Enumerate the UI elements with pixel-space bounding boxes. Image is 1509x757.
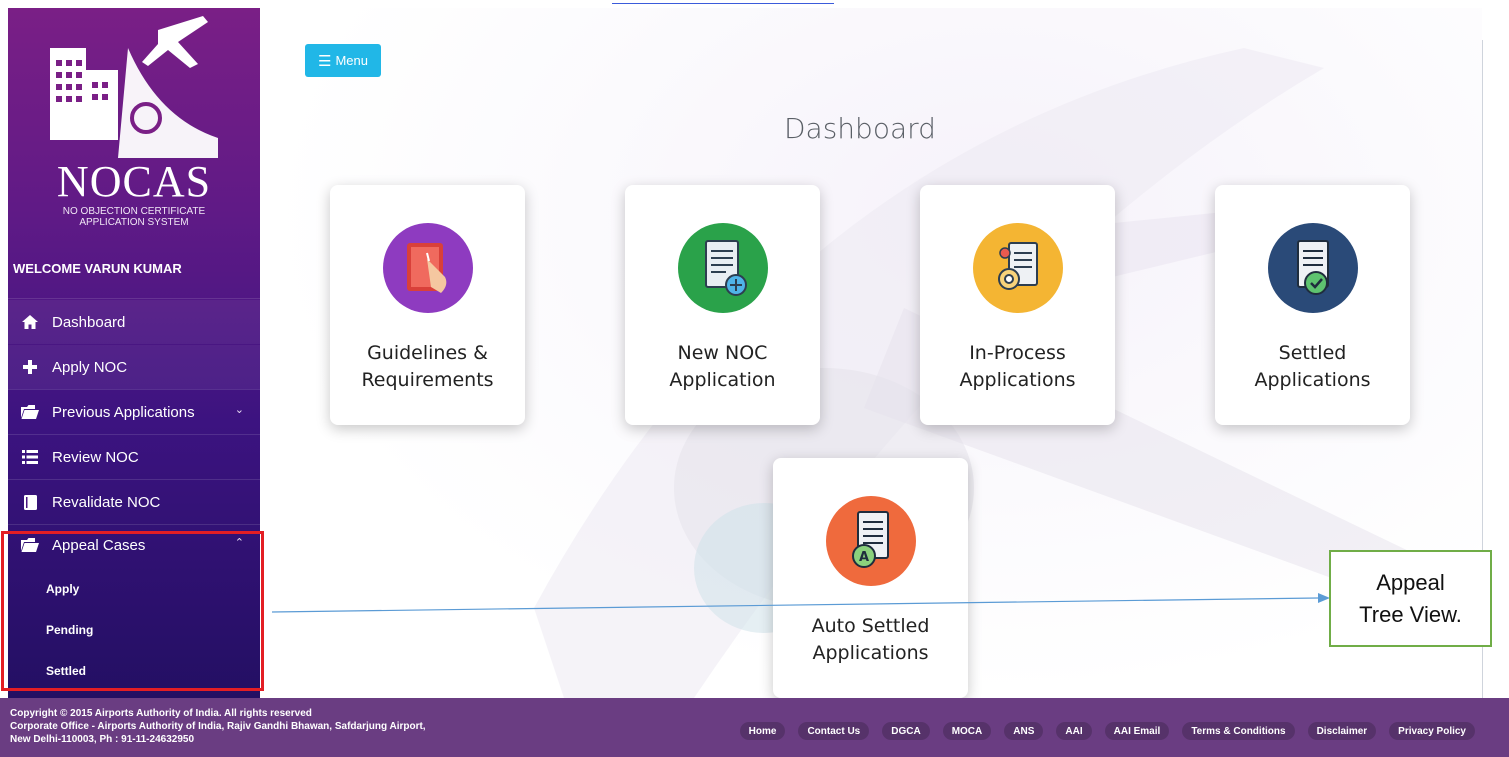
footer-copyright: Copyright © 2015 Airports Authority of I…: [10, 707, 426, 746]
nav-divider: [8, 298, 260, 299]
footer-link-privacy[interactable]: Privacy Policy: [1389, 722, 1475, 740]
hand-book-icon: [383, 223, 473, 313]
main-content: ☰ Menu Dashboard Guidelines & Requiremen…: [264, 8, 1482, 698]
sidebar-item-label: Revalidate NOC: [52, 493, 161, 511]
svg-text:A: A: [859, 550, 869, 565]
sidebar-item-dashboard[interactable]: Dashboard: [8, 300, 260, 344]
card-label-line2: Requirements: [361, 369, 494, 391]
card-label-line2: Applications: [1254, 369, 1371, 391]
card-auto-settled[interactable]: A Auto Settled Applications: [773, 458, 968, 698]
chevron-down-icon[interactable]: ⌄: [235, 403, 244, 416]
hamburger-icon: ☰: [318, 52, 332, 70]
card-guidelines[interactable]: Guidelines & Requirements: [330, 185, 525, 425]
book-icon: [20, 494, 40, 510]
document-check-icon: [1268, 223, 1358, 313]
footer: Copyright © 2015 Airports Authority of I…: [0, 698, 1509, 757]
callout-line1: Appeal: [1376, 569, 1445, 595]
folder-open-icon: [20, 404, 40, 420]
footer-link-terms[interactable]: Terms & Conditions: [1182, 722, 1295, 740]
card-label: Settled Applications: [1215, 340, 1410, 394]
footer-link-contact-us[interactable]: Contact Us: [798, 722, 870, 740]
footer-line1: Copyright © 2015 Airports Authority of I…: [10, 708, 312, 719]
footer-link-home[interactable]: Home: [739, 722, 786, 740]
sidebar-item-review-noc[interactable]: Review NOC: [8, 435, 260, 479]
card-label-line1: In-Process: [969, 342, 1066, 364]
logo-subtitle-line2: APPLICATION SYSTEM: [79, 217, 189, 228]
page-title: Dashboard: [784, 112, 936, 145]
document-add-icon: [678, 223, 768, 313]
card-label-line1: Guidelines &: [367, 342, 488, 364]
card-label-line2: Applications: [959, 369, 1076, 391]
home-icon: [20, 314, 40, 330]
footer-links: Home Contact Us DGCA MOCA ANS AAI AAI Em…: [727, 722, 1475, 740]
document-a-icon: A: [826, 496, 916, 586]
card-settled[interactable]: Settled Applications: [1215, 185, 1410, 425]
callout-line2: Tree View.: [1359, 601, 1462, 627]
card-label-line1: Settled: [1278, 342, 1347, 364]
footer-line2: Corporate Office - Airports Authority of…: [10, 721, 426, 732]
footer-link-aai-email[interactable]: AAI Email: [1104, 722, 1170, 740]
menu-button[interactable]: ☰ Menu: [305, 44, 381, 77]
card-label-line2: Applications: [812, 642, 929, 664]
footer-link-moca[interactable]: MOCA: [942, 722, 992, 740]
sidebar-item-revalidate-noc[interactable]: Revalidate NOC: [8, 480, 260, 524]
sidebar-item-label: Review NOC: [52, 448, 139, 466]
logo-subtitle: NO OBJECTION CERTIFICATE APPLICATION SYS…: [8, 206, 260, 228]
footer-link-dgca[interactable]: DGCA: [882, 722, 930, 740]
footer-link-aai[interactable]: AAI: [1056, 722, 1092, 740]
sidebar-item-previous-applications[interactable]: Previous Applications ⌄: [8, 390, 260, 434]
sidebar-item-apply-noc[interactable]: Apply NOC: [8, 345, 260, 389]
page: NOCAS NO OBJECTION CERTIFICATE APPLICATI…: [0, 0, 1509, 757]
logo-subtitle-line1: NO OBJECTION CERTIFICATE: [62, 206, 206, 217]
logo: NOCAS NO OBJECTION CERTIFICATE APPLICATI…: [8, 8, 260, 248]
card-label: Auto Settled Applications: [773, 613, 968, 667]
top-link-fragment: [612, 0, 834, 4]
card-label: In-Process Applications: [920, 340, 1115, 394]
document-gear-icon: [973, 223, 1063, 313]
card-label-line1: New NOC: [677, 342, 768, 364]
welcome-text: WELCOME VARUN KUMAR: [13, 261, 182, 276]
footer-link-disclaimer[interactable]: Disclaimer: [1307, 722, 1377, 740]
plus-icon: [20, 359, 40, 375]
card-label-line1: Auto Settled: [811, 615, 930, 637]
sidebar-item-label: Previous Applications: [52, 403, 195, 421]
footer-link-ans[interactable]: ANS: [1004, 722, 1044, 740]
annotation-callout: Appeal Tree View.: [1329, 550, 1492, 647]
footer-line3: New Delhi-110003, Ph : 91-11-24632950: [10, 734, 195, 745]
card-new-noc[interactable]: New NOC Application: [625, 185, 820, 425]
card-in-process[interactable]: In-Process Applications: [920, 185, 1115, 425]
logo-title: NOCAS: [56, 157, 212, 206]
card-label: Guidelines & Requirements: [330, 340, 525, 394]
card-label: New NOC Application: [625, 340, 820, 394]
list-icon: [20, 449, 40, 465]
card-label-line2: Application: [669, 369, 776, 391]
menu-button-label: Menu: [335, 53, 368, 68]
nocas-logo-icon: [50, 16, 218, 158]
sidebar-item-label: Apply NOC: [52, 358, 128, 376]
appeal-highlight-box: [1, 531, 264, 691]
sidebar-item-label: Dashboard: [52, 313, 126, 331]
